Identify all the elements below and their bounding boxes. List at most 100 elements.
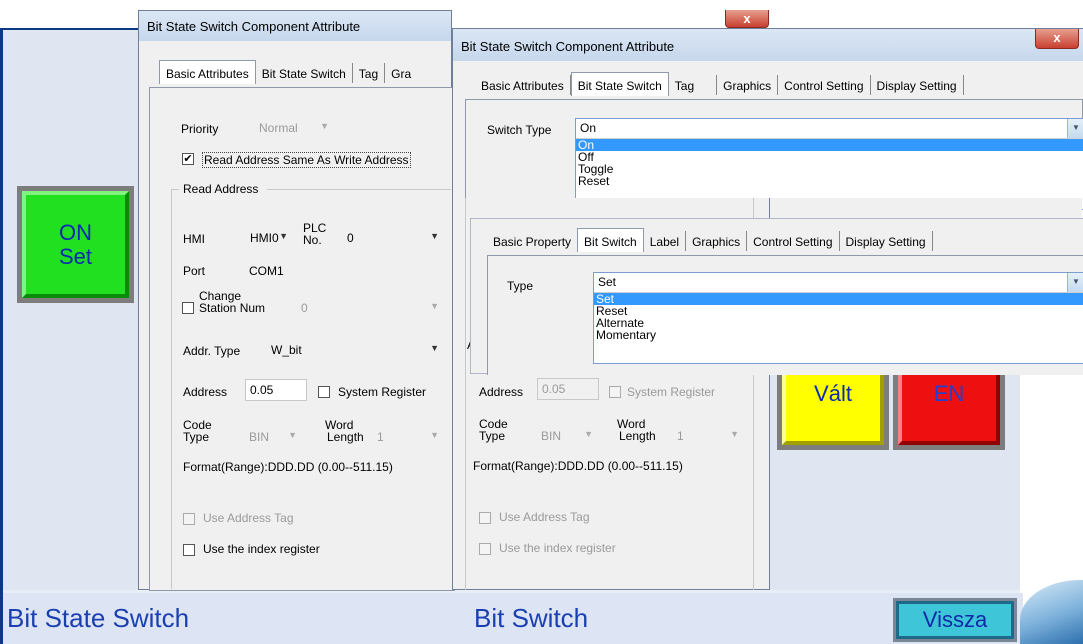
tab-label[interactable]: Label bbox=[644, 231, 687, 251]
back-dialog-close-icon[interactable]: x bbox=[725, 10, 769, 28]
attribute-dialog-front: Bit State Switch Component Attribute x B… bbox=[452, 28, 1083, 210]
tab-bit-switch[interactable]: Bit Switch bbox=[577, 228, 644, 252]
use-index-register-label: Use the index register bbox=[499, 541, 616, 555]
chevron-down-icon: ▼ bbox=[320, 121, 329, 131]
valt-button[interactable]: Vált bbox=[777, 365, 889, 450]
valt-label: Vált bbox=[814, 381, 852, 406]
close-icon[interactable]: x bbox=[1035, 29, 1079, 49]
tab-display-setting[interactable]: Display Setting bbox=[840, 231, 933, 251]
hmi-label: HMI bbox=[183, 232, 205, 246]
addr-type-label: Addr. Type bbox=[183, 344, 241, 358]
change-station-checkbox[interactable] bbox=[182, 302, 194, 314]
tab-bar: Basic Attributes Bit State Switch Tag Gr… bbox=[159, 60, 417, 85]
chevron-down-icon: ▼ bbox=[584, 429, 593, 439]
en-label: EN bbox=[933, 381, 965, 406]
priority-select[interactable]: Normal ▼ bbox=[253, 118, 333, 139]
en-button[interactable]: EN bbox=[893, 365, 1005, 450]
switch-type-option[interactable]: Reset bbox=[576, 175, 1083, 187]
use-index-register-checkbox[interactable] bbox=[183, 544, 195, 556]
tab-basic-property[interactable]: Basic Property bbox=[487, 231, 577, 251]
tab-bit-state-switch[interactable]: Bit State Switch bbox=[256, 63, 353, 83]
type-dropdown[interactable]: Set ▼ Set Reset Alternate Momentary bbox=[593, 272, 1083, 364]
use-index-register-checkbox[interactable] bbox=[479, 543, 491, 555]
chevron-down-icon: ▼ bbox=[279, 231, 288, 241]
use-address-tag-checkbox[interactable] bbox=[183, 513, 195, 525]
switch-type-field[interactable]: On ▼ bbox=[576, 119, 1083, 139]
tab-tag[interactable]: Tag bbox=[353, 63, 386, 83]
addr-type-select[interactable]: W_bit ▼ bbox=[265, 340, 443, 361]
chevron-down-icon: ▼ bbox=[730, 429, 739, 439]
type-option[interactable]: Momentary bbox=[594, 329, 1083, 341]
use-index-register-label: Use the index register bbox=[203, 542, 320, 556]
chevron-down-icon: ▼ bbox=[430, 231, 439, 241]
hmi-select[interactable]: HMI0 ▼ bbox=[244, 228, 292, 249]
read-address-group-label: Read Address bbox=[183, 182, 259, 196]
chevron-down-icon: ▼ bbox=[1067, 273, 1083, 292]
port-value: COM1 bbox=[249, 264, 284, 278]
priority-label: Priority bbox=[181, 122, 219, 136]
tab-tag[interactable]: Tag bbox=[669, 75, 718, 95]
word-length-label: Word Length bbox=[325, 418, 364, 444]
dialog-title: Bit State Switch Component Attribute bbox=[453, 29, 1083, 61]
on-set-label-line1: ON bbox=[59, 219, 92, 245]
tab-graphics[interactable]: Gra bbox=[385, 63, 417, 83]
system-register-label: System Register bbox=[627, 385, 716, 399]
tab-basic-attributes[interactable]: Basic Attributes bbox=[475, 75, 571, 95]
tab-control-setting[interactable]: Control Setting bbox=[747, 231, 840, 251]
switch-type-label: Switch Type bbox=[487, 123, 552, 137]
attribute-dialog-back: Bit State Switch Component Attribute Bas… bbox=[138, 10, 455, 591]
on-set-button[interactable]: ON Set bbox=[17, 186, 134, 303]
back-button[interactable]: Vissza bbox=[893, 598, 1017, 642]
word-length-select[interactable]: 1 ▼ bbox=[671, 426, 743, 447]
type-option[interactable]: Set bbox=[594, 293, 1083, 305]
system-register-checkbox[interactable] bbox=[609, 386, 621, 398]
dialog-title: Bit State Switch Component Attribute bbox=[139, 11, 451, 41]
footer-title-bit-state-switch: Bit State Switch bbox=[7, 603, 190, 633]
back-button-label: Vissza bbox=[896, 601, 1014, 639]
tab-basic-attributes[interactable]: Basic Attributes bbox=[159, 60, 256, 84]
format-range-text: Format(Range):DDD.DD (0.00--511.15) bbox=[473, 459, 683, 473]
use-address-tag-label: Use Address Tag bbox=[499, 510, 590, 524]
use-address-tag-checkbox[interactable] bbox=[479, 512, 491, 524]
code-type-select[interactable]: BIN ▼ bbox=[243, 427, 301, 448]
tab-graphics[interactable]: Graphics bbox=[717, 75, 779, 95]
sub-tab-bar: Basic Property Bit Switch Label Graphics… bbox=[487, 228, 933, 253]
chevron-down-icon: ▼ bbox=[288, 430, 297, 440]
station-select[interactable]: 0 ▼ bbox=[295, 298, 443, 319]
code-type-select[interactable]: BIN ▼ bbox=[535, 426, 597, 447]
switch-type-option[interactable]: Off bbox=[576, 151, 1083, 163]
switch-type-dropdown[interactable]: On ▼ On Off Toggle Reset bbox=[575, 118, 1083, 210]
address-label: Address bbox=[479, 385, 524, 399]
system-register-checkbox[interactable] bbox=[318, 386, 330, 398]
type-label: Type bbox=[507, 279, 534, 293]
on-set-label-line2: Set bbox=[58, 243, 93, 269]
tab-control-setting[interactable]: Control Setting bbox=[778, 75, 871, 95]
format-range-text: Format(Range):DDD.DD (0.00--511.15) bbox=[183, 460, 393, 474]
plc-label: PLC No. bbox=[303, 221, 327, 247]
decorative-swoosh bbox=[1020, 580, 1083, 644]
word-length-select[interactable]: 1 ▼ bbox=[371, 427, 443, 448]
word-length-label: Word Length bbox=[617, 417, 656, 443]
change-station-label: Change Station Num bbox=[199, 289, 266, 315]
chevron-down-icon: ▼ bbox=[430, 343, 439, 353]
type-option[interactable]: Alternate bbox=[594, 317, 1083, 329]
code-type-label: Code Type bbox=[479, 417, 508, 443]
address-input[interactable]: 0.05 bbox=[245, 379, 307, 401]
tab-bar: Basic Attributes Bit State Switch Tag Gr… bbox=[475, 72, 964, 97]
bit-switch-dialog: Basic Property Bit Switch Label Graphics… bbox=[470, 218, 1083, 375]
plc-select[interactable]: 0 ▼ bbox=[341, 228, 443, 249]
code-type-label: Code Type bbox=[183, 418, 212, 444]
switch-type-option[interactable]: Toggle bbox=[576, 163, 1083, 175]
chevron-down-icon: ▼ bbox=[430, 430, 439, 440]
tab-graphics[interactable]: Graphics bbox=[686, 231, 748, 251]
type-option[interactable]: Reset bbox=[594, 305, 1083, 317]
type-field[interactable]: Set ▼ bbox=[594, 273, 1083, 293]
switch-type-option[interactable]: On bbox=[576, 139, 1083, 151]
chevron-down-icon: ▼ bbox=[1067, 119, 1083, 138]
address-input[interactable]: 0.05 bbox=[537, 378, 599, 400]
tab-display-setting[interactable]: Display Setting bbox=[871, 75, 964, 95]
chevron-down-icon: ▼ bbox=[430, 301, 439, 311]
footer-title-bit-switch: Bit Switch bbox=[474, 603, 589, 633]
tab-bit-state-switch[interactable]: Bit State Switch bbox=[570, 72, 669, 96]
read-same-checkbox[interactable]: ✔ bbox=[182, 153, 194, 165]
